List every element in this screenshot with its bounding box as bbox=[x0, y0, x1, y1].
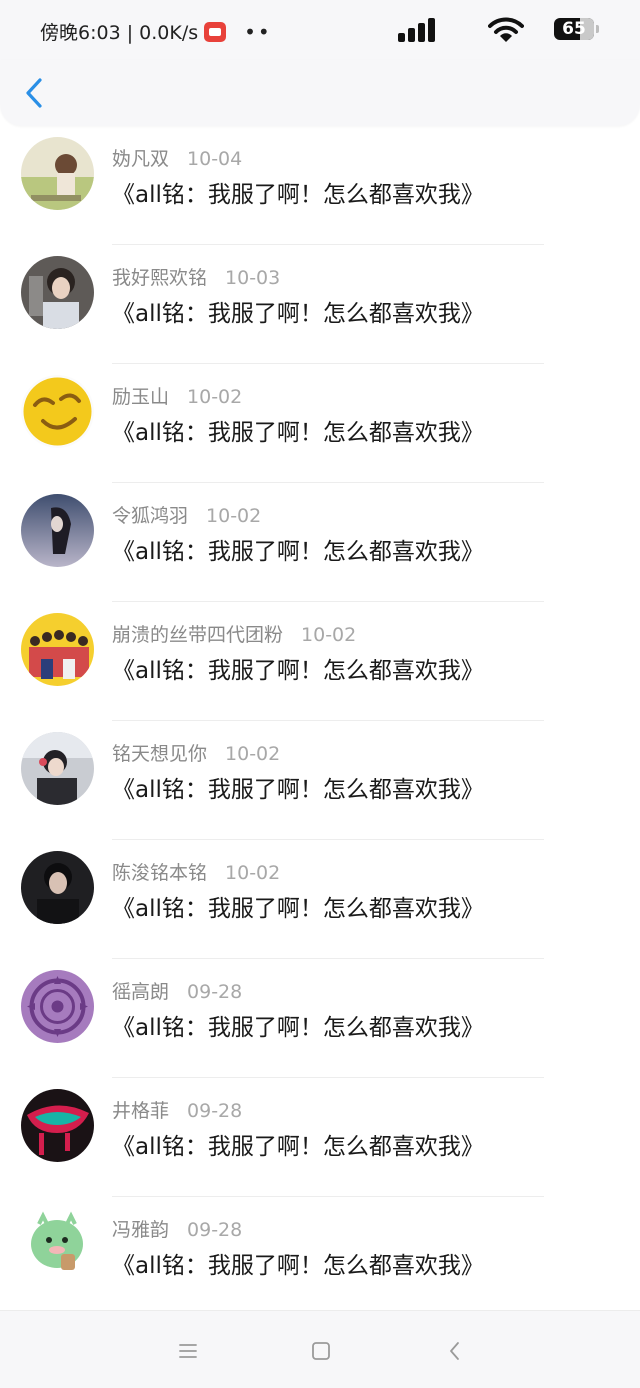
username[interactable]: 徭高朗 09-28 bbox=[112, 977, 242, 1004]
back-triangle-icon bbox=[450, 1342, 459, 1360]
username[interactable]: 井格菲 09-28 bbox=[112, 1096, 242, 1123]
comment-text: 《all铭：我服了啊！怎么都喜欢我》 bbox=[112, 539, 484, 565]
menu-button[interactable] bbox=[176, 1339, 200, 1363]
list-item[interactable]: 崩溃的丝带四代团粉 10-02 《all铭：我服了啊！怎么都喜欢我》 bbox=[0, 602, 640, 721]
system-back-button[interactable] bbox=[443, 1339, 467, 1363]
avatar[interactable] bbox=[21, 494, 94, 567]
comment-date: 10-04 bbox=[187, 148, 243, 170]
comment-text: 《all铭：我服了啊！怎么都喜欢我》 bbox=[112, 420, 484, 446]
avatar[interactable] bbox=[21, 970, 94, 1043]
avatar[interactable] bbox=[21, 613, 94, 686]
comment-text: 《all铭：我服了啊！怎么都喜欢我》 bbox=[112, 182, 484, 208]
comment-text: 《all铭：我服了啊！怎么都喜欢我》 bbox=[112, 777, 484, 803]
comment-date: 10-03 bbox=[225, 267, 281, 289]
home-button[interactable] bbox=[309, 1339, 333, 1363]
list-item[interactable]: 励玉山 10-02 《all铭：我服了啊！怎么都喜欢我》 bbox=[0, 364, 640, 483]
list-item[interactable]: 令狐鸿羽 10-02 《all铭：我服了啊！怎么都喜欢我》 bbox=[0, 483, 640, 602]
back-button[interactable] bbox=[18, 74, 52, 114]
comment-date: 10-02 bbox=[206, 505, 262, 527]
list-item[interactable]: 陈浚铭本铭 10-02 《all铭：我服了啊！怎么都喜欢我》 bbox=[0, 840, 640, 959]
avatar[interactable] bbox=[21, 1208, 94, 1281]
more-notifications-icon: •• bbox=[244, 19, 272, 44]
comment-date: 09-28 bbox=[187, 1219, 243, 1241]
list-item[interactable]: 徭高朗 09-28 《all铭：我服了啊！怎么都喜欢我》 bbox=[0, 959, 640, 1078]
tv-app-icon bbox=[204, 21, 227, 42]
comment-text: 《all铭：我服了啊！怎么都喜欢我》 bbox=[112, 1134, 484, 1160]
comment-date: 09-28 bbox=[187, 1100, 243, 1122]
comment-text: 《all铭：我服了啊！怎么都喜欢我》 bbox=[112, 1253, 484, 1279]
cellular-signal-icon bbox=[398, 18, 438, 42]
username[interactable]: 冯雅韵 09-28 bbox=[112, 1215, 242, 1242]
username[interactable]: 我好熙欢铭 10-03 bbox=[112, 263, 280, 290]
list-item[interactable]: 铭天想见你 10-02 《all铭：我服了啊！怎么都喜欢我》 bbox=[0, 721, 640, 840]
avatar[interactable] bbox=[21, 137, 94, 210]
comment-date: 10-02 bbox=[301, 624, 357, 646]
status-left: 傍晚6:03 | 0.0K/s •• bbox=[40, 18, 272, 45]
avatar[interactable] bbox=[21, 851, 94, 924]
list-item[interactable]: 妫凡双 10-04 《all铭：我服了啊！怎么都喜欢我》 bbox=[0, 126, 640, 245]
avatar[interactable] bbox=[21, 256, 94, 329]
username[interactable]: 令狐鸿羽 10-02 bbox=[112, 501, 261, 528]
status-time-network: 傍晚6:03 | 0.0K/s bbox=[40, 22, 199, 44]
battery-icon: 65 bbox=[554, 18, 594, 40]
menu-icon bbox=[179, 1344, 197, 1358]
battery-level: 65 bbox=[562, 19, 586, 39]
avatar[interactable] bbox=[21, 1089, 94, 1162]
comment-text: 《all铭：我服了啊！怎么都喜欢我》 bbox=[112, 896, 484, 922]
username[interactable]: 铭天想见你 10-02 bbox=[112, 739, 280, 766]
comment-text: 《all铭：我服了啊！怎么都喜欢我》 bbox=[112, 301, 484, 327]
comment-date: 10-02 bbox=[225, 743, 281, 765]
username[interactable]: 妫凡双 10-04 bbox=[112, 144, 242, 171]
comment-text: 《all铭：我服了啊！怎么都喜欢我》 bbox=[112, 658, 484, 684]
comment-date: 09-28 bbox=[187, 981, 243, 1003]
chevron-left-icon bbox=[26, 78, 42, 108]
comment-date: 10-02 bbox=[225, 862, 281, 884]
list-item[interactable]: 井格菲 09-28 《all铭：我服了啊！怎么都喜欢我》 bbox=[0, 1078, 640, 1197]
comment-date: 10-02 bbox=[187, 386, 243, 408]
top-nav-bar bbox=[0, 60, 640, 126]
avatar[interactable] bbox=[21, 732, 94, 805]
username[interactable]: 陈浚铭本铭 10-02 bbox=[112, 858, 280, 885]
comment-list[interactable]: 妫凡双 10-04 《all铭：我服了啊！怎么都喜欢我》 我好熙欢铭 10-03 《… bbox=[0, 126, 640, 1310]
system-nav-bar bbox=[0, 1310, 640, 1388]
username[interactable]: 励玉山 10-02 bbox=[112, 382, 242, 409]
username[interactable]: 崩溃的丝带四代团粉 10-02 bbox=[112, 620, 356, 647]
square-home-icon bbox=[312, 1342, 330, 1360]
wifi-icon bbox=[488, 17, 524, 43]
status-bar: 傍晚6:03 | 0.0K/s •• 65 bbox=[0, 0, 640, 60]
avatar[interactable] bbox=[21, 375, 94, 448]
list-item[interactable]: 我好熙欢铭 10-03 《all铭：我服了啊！怎么都喜欢我》 bbox=[0, 245, 640, 364]
list-item[interactable]: 冯雅韵 09-28 《all铭：我服了啊！怎么都喜欢我》 bbox=[0, 1197, 640, 1310]
comment-text: 《all铭：我服了啊！怎么都喜欢我》 bbox=[112, 1015, 484, 1041]
battery-tip bbox=[596, 25, 599, 33]
